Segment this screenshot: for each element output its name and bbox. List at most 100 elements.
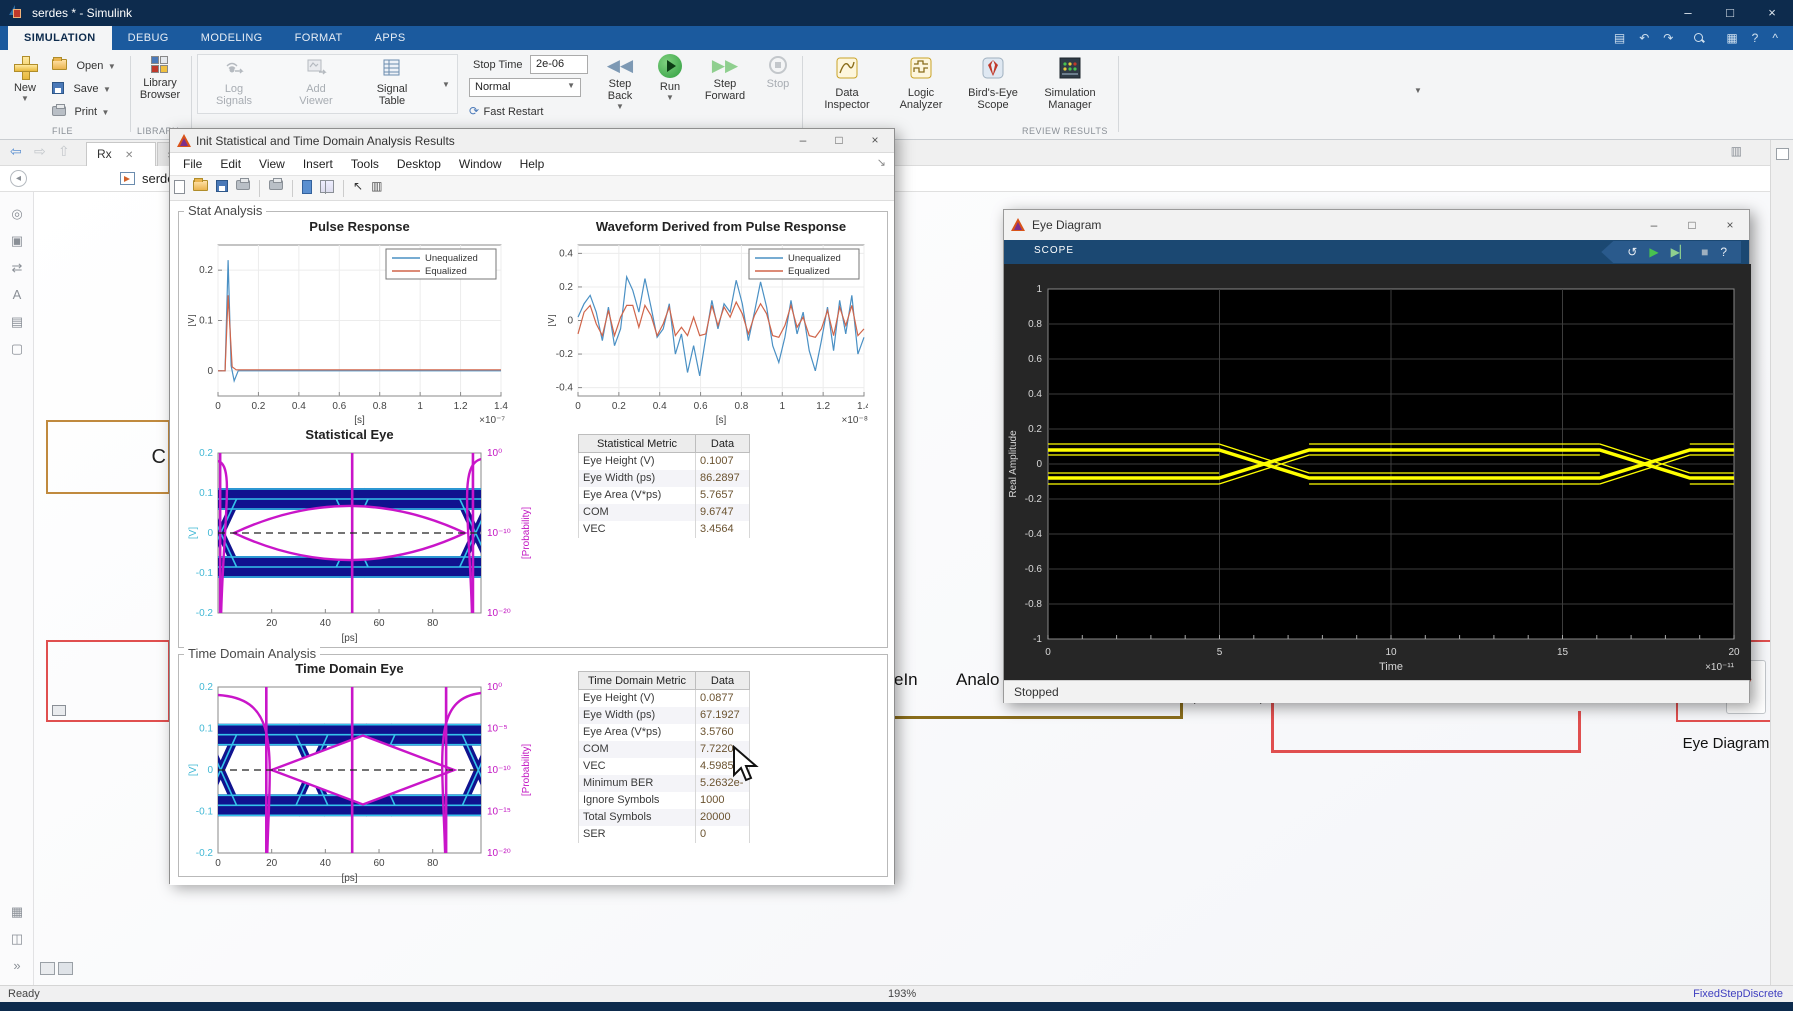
signal-line-olive[interactable] — [895, 716, 1183, 719]
table-row[interactable]: SER0 — [579, 826, 750, 843]
print-button[interactable]: Print ▼ — [52, 102, 109, 120]
pointer-icon[interactable]: ↖ — [353, 179, 363, 193]
stop-time-input[interactable]: 2e-06 — [530, 55, 588, 74]
print-icon[interactable] — [236, 180, 250, 190]
add-viewer-button[interactable]: Add Viewer — [288, 58, 344, 107]
table-row[interactable]: Eye Area (V*ps)3.5760 — [579, 724, 750, 741]
close-button[interactable]: × — [860, 129, 890, 152]
undo-icon[interactable]: ↶ — [1639, 26, 1649, 50]
data-table-icon[interactable]: ▥ — [371, 179, 382, 193]
canvas-block-tan[interactable]: C — [46, 420, 170, 494]
step-back-button[interactable]: ◀◀ Step Back ▼ — [596, 56, 644, 111]
menu-item-view[interactable]: View — [250, 153, 294, 171]
tab-apps[interactable]: APPS — [359, 26, 422, 50]
run-icon[interactable]: ▶ — [1649, 241, 1658, 263]
menu-item-desktop[interactable]: Desktop — [388, 153, 450, 171]
minimize-button[interactable]: – — [1671, 2, 1705, 24]
statistical-metric-table[interactable]: Statistical Metric Data Eye Height (V)0.… — [578, 434, 750, 538]
help-icon[interactable]: ? — [1752, 26, 1759, 50]
area-icon[interactable]: ▢ — [0, 341, 34, 357]
stop-icon[interactable]: ■ — [1701, 241, 1708, 263]
tab-simulation[interactable]: SIMULATION — [8, 26, 112, 50]
table-row[interactable]: Eye Height (V)0.0877 — [579, 690, 750, 707]
panel-icon[interactable]: ▥ — [1731, 144, 1742, 158]
menu-item-insert[interactable]: Insert — [294, 153, 342, 171]
signal-line-olive-stub[interactable] — [1180, 701, 1183, 719]
hide-browser-icon[interactable]: ◂ — [10, 170, 27, 187]
insert-colorbar-icon[interactable] — [320, 180, 334, 193]
table-row[interactable]: VEC3.4564 — [579, 521, 750, 538]
table-row[interactable]: COM9.6747 — [579, 504, 750, 521]
table-row[interactable]: VEC4.5985 — [579, 758, 750, 775]
step-forward-button[interactable]: ▶▶ Step Forward — [698, 56, 752, 102]
scope-tab[interactable]: SCOPE — [1034, 245, 1074, 256]
open-button[interactable]: Open ▼ — [52, 56, 116, 74]
annotation-icon[interactable]: A — [0, 287, 34, 302]
maximize-button[interactable]: □ — [824, 129, 854, 152]
prepare-more-button[interactable]: ▼ — [442, 80, 450, 89]
image-icon[interactable]: ▤ — [0, 314, 34, 330]
up-arrow-icon[interactable]: ⇧ — [58, 143, 70, 160]
maximize-button[interactable]: □ — [1677, 214, 1707, 237]
close-tab-icon[interactable]: ✕ — [125, 150, 133, 161]
table-row[interactable]: Eye Width (ps)86.2897 — [579, 470, 750, 487]
step-back-icon[interactable]: ↺ — [1627, 241, 1637, 263]
fast-restart-checkbox[interactable]: ⟳ Fast Restart — [469, 102, 543, 120]
canvas-tool-icon[interactable] — [40, 962, 55, 975]
minimize-button[interactable]: – — [1639, 214, 1669, 237]
status-solver[interactable]: FixedStepDiscrete — [1693, 988, 1783, 1000]
maximize-button[interactable]: □ — [1713, 2, 1747, 24]
table-row[interactable]: Total Symbols20000 — [579, 809, 750, 826]
logic-analyzer-button[interactable]: Logic Analyzer — [890, 56, 952, 111]
panel-toggle-icon[interactable] — [1776, 148, 1789, 160]
table-row[interactable]: Ignore Symbols1000 — [579, 792, 750, 809]
minimize-button[interactable]: – — [788, 129, 818, 152]
ribbon-more-button[interactable]: ▼ — [1414, 86, 1422, 95]
log-signals-button[interactable]: Log Signals — [206, 58, 262, 107]
mode-select[interactable]: Normal ▼ — [469, 78, 581, 97]
table-row[interactable]: Minimum BER5.2632e- — [579, 775, 750, 792]
tab-debug[interactable]: DEBUG — [112, 26, 185, 50]
help-icon[interactable]: ? — [1720, 241, 1727, 263]
save-icon[interactable]: ▤ — [1614, 26, 1625, 50]
canvas-block-red-left[interactable] — [46, 640, 170, 722]
table-row[interactable]: Eye Height (V)0.1007 — [579, 453, 750, 470]
close-button[interactable]: × — [1715, 214, 1745, 237]
property-inspector-icon[interactable]: ◫ — [0, 931, 34, 947]
table-row[interactable]: COM7.7220 — [579, 741, 750, 758]
save-button[interactable]: Save ▼ — [52, 79, 111, 97]
tab-modeling[interactable]: MODELING — [185, 26, 279, 50]
back-arrow-icon[interactable]: ⇦ — [10, 143, 22, 160]
model-data-icon[interactable]: ▦ — [0, 904, 34, 920]
step-forward-icon[interactable]: ▶▏ — [1671, 241, 1689, 263]
open-icon[interactable] — [193, 180, 208, 191]
signal-line-red-h[interactable] — [1271, 750, 1581, 753]
print-preview-icon[interactable] — [269, 180, 283, 190]
table-row[interactable]: Eye Width (ps)67.1927 — [579, 707, 750, 724]
search-icon[interactable] — [1687, 26, 1712, 50]
canvas-tool-icon[interactable] — [58, 962, 73, 975]
menu-item-tools[interactable]: Tools — [342, 153, 388, 171]
menu-item-help[interactable]: Help — [511, 153, 554, 171]
dock-icon[interactable]: ↘ — [877, 156, 886, 169]
tab-rx[interactable]: Rx ✕ — [86, 142, 156, 166]
new-button[interactable]: New ▼ — [8, 56, 42, 103]
birds-eye-scope-button[interactable]: Bird's-Eye Scope — [962, 56, 1024, 111]
forward-arrow-icon[interactable]: ⇨ — [34, 143, 46, 160]
library-browser-button[interactable]: Library Browser — [134, 56, 186, 101]
frame-icon[interactable]: ▣ — [0, 233, 34, 249]
collapse-ribbon-icon[interactable]: ^ — [1772, 26, 1778, 50]
menu-item-file[interactable]: File — [174, 153, 211, 171]
close-button[interactable]: × — [1755, 2, 1789, 24]
save-icon[interactable] — [216, 180, 228, 192]
tab-format[interactable]: FORMAT — [279, 26, 359, 50]
data-inspector-button[interactable]: Data Inspector — [816, 56, 878, 111]
menu-item-edit[interactable]: Edit — [211, 153, 250, 171]
run-button[interactable]: Run ▼ — [652, 54, 688, 102]
table-row[interactable]: Eye Area (V*ps)5.7657 — [579, 487, 750, 504]
expand-icon[interactable]: » — [0, 958, 34, 973]
menu-item-window[interactable]: Window — [450, 153, 511, 171]
stop-button[interactable]: Stop — [760, 56, 796, 90]
compare-icon[interactable]: ⇄ — [0, 260, 34, 276]
report-icon[interactable] — [302, 180, 312, 194]
